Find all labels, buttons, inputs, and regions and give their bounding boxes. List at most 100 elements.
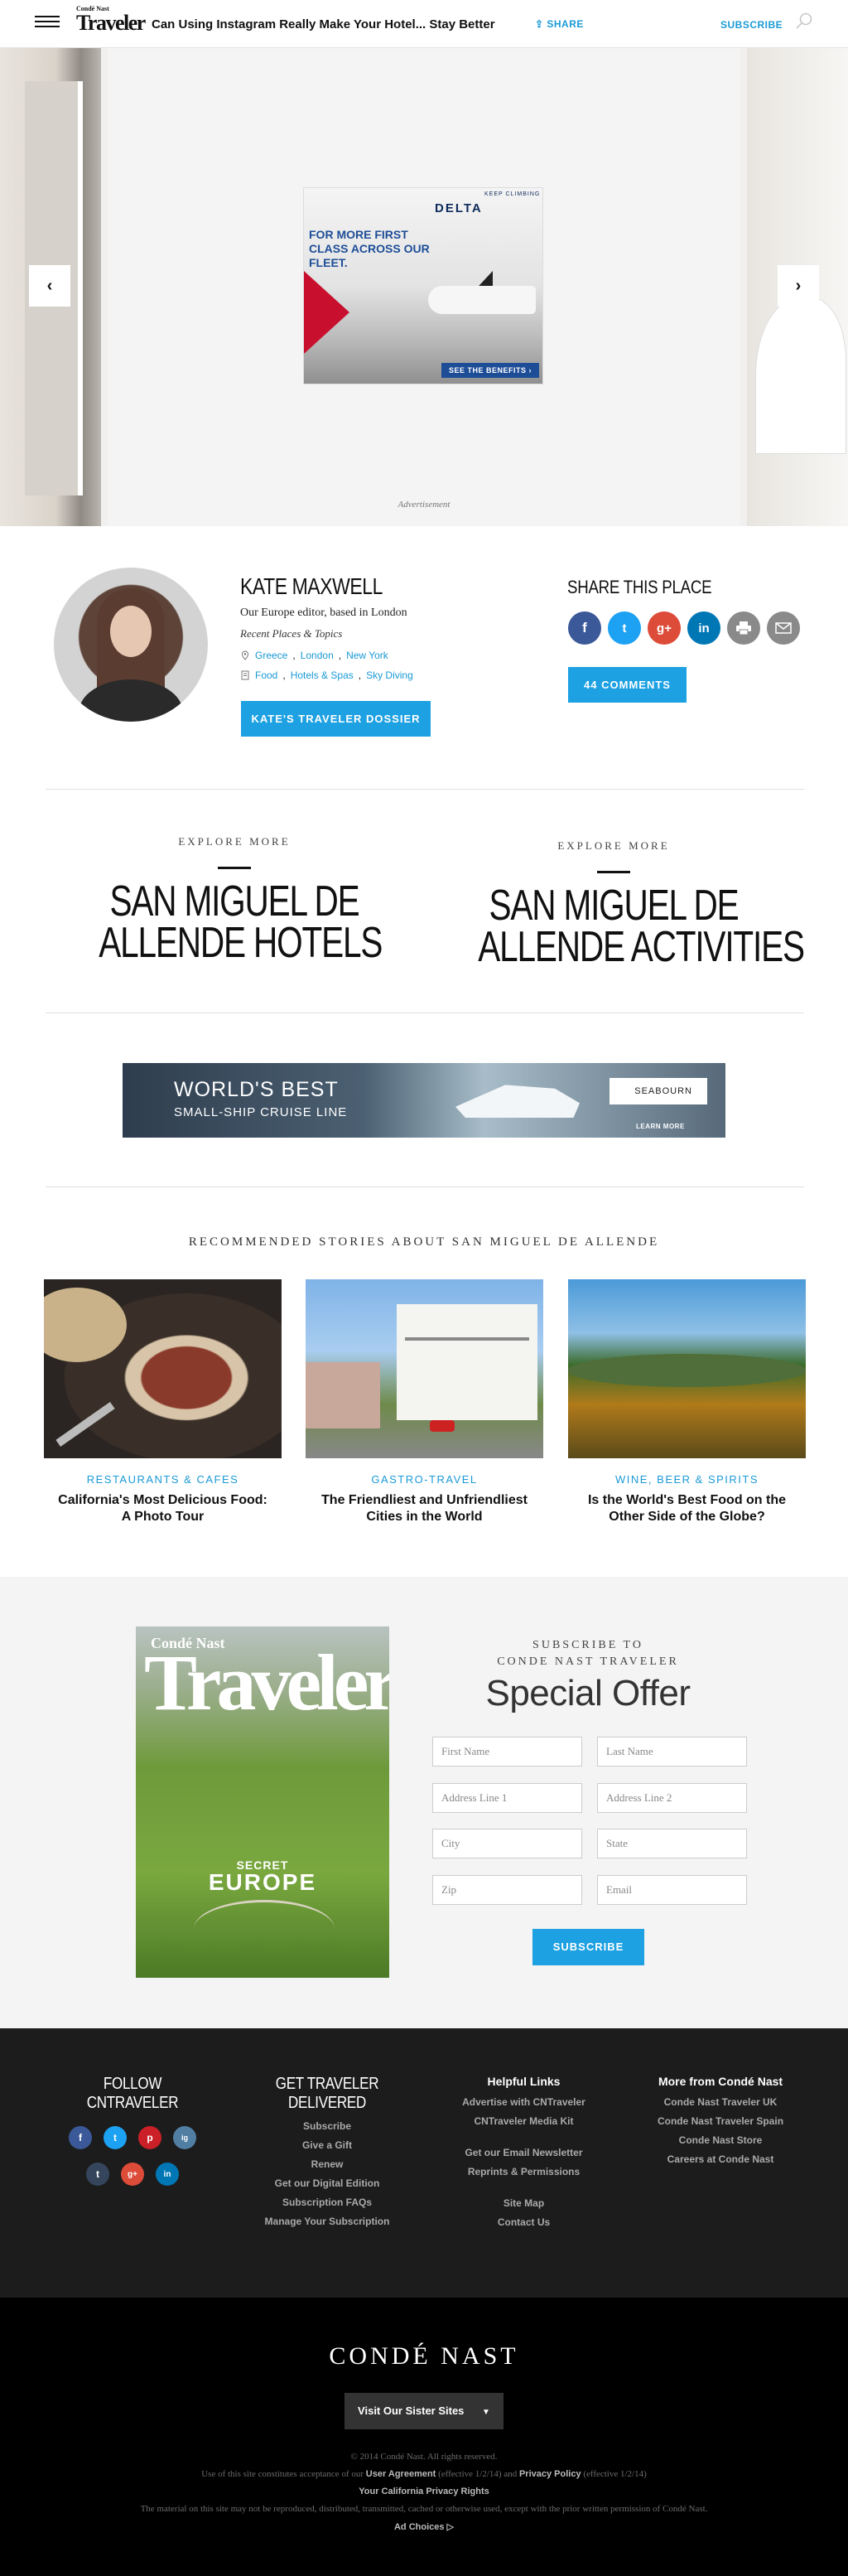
topic-link-sky-diving[interactable]: Sky Diving <box>366 669 413 681</box>
traveler-uk-link[interactable]: Conde Nast Traveler UK <box>638 2096 803 2108</box>
address2-field[interactable]: Address Line 2 <box>597 1783 747 1813</box>
renew-link[interactable]: Renew <box>253 2158 402 2170</box>
story-title[interactable]: Is the World's Best Food on the Other Si… <box>568 1492 806 1525</box>
twitter-icon[interactable]: t <box>104 2126 127 2149</box>
author-bio: Our Europe editor, based in London <box>240 607 407 619</box>
more-heading: More from Condé Nast <box>658 2075 783 2088</box>
explore-kicker: EXPLORE MORE <box>178 835 291 848</box>
explore-activities-link[interactable]: EXPLORE MORE SAN MIGUEL DE ALLENDE ACTIV… <box>440 839 805 969</box>
seabourn-advertisement[interactable]: WORLD'S BEST SMALL-SHIP CRUISE LINE SEAB… <box>123 1063 725 1138</box>
explore-hotels-link[interactable]: EXPLORE MORE SAN MIGUEL DE ALLENDE HOTEL… <box>60 835 408 964</box>
story-title[interactable]: California's Most Delicious Food: A Phot… <box>44 1492 282 1525</box>
story-card[interactable]: WINE, BEER & SPIRITS Is the World's Best… <box>568 1279 806 1525</box>
topic-link-hotels-spas[interactable]: Hotels & Spas <box>291 669 354 681</box>
manage-subscription-link[interactable]: Manage Your Subscription <box>253 2216 402 2227</box>
slideshow-prev-button[interactable]: ‹ <box>29 265 70 307</box>
explore-heading-line1: SAN MIGUEL DE <box>109 877 359 926</box>
twitter-icon[interactable]: t <box>608 611 641 645</box>
story-card[interactable]: GASTRO-TRAVEL The Friendliest and Unfrie… <box>306 1279 543 1525</box>
subscribe-link[interactable]: Subscribe <box>253 2120 402 2132</box>
story-image-street <box>306 1279 543 1458</box>
place-link-greece[interactable]: Greece <box>255 650 287 661</box>
seabourn-learn-more[interactable]: LEARN MORE <box>636 1123 685 1130</box>
story-category[interactable]: WINE, BEER & SPIRITS <box>568 1473 806 1486</box>
traveler-logo[interactable]: Condé Nast Traveler <box>76 5 146 38</box>
place-link-new-york[interactable]: New York <box>346 650 388 661</box>
state-field[interactable]: State <box>597 1829 747 1858</box>
helpful-heading: Helpful Links <box>487 2075 561 2088</box>
magazine-cover[interactable]: Condé Nast Traveler SECRET EUROPE <box>136 1626 389 1978</box>
delivered-column: GET TRAVELER DELIVERED Subscribe Give a … <box>253 2028 402 2227</box>
tumblr-icon[interactable]: t <box>86 2163 109 2186</box>
cover-masthead: Traveler <box>144 1638 389 1727</box>
delta-cta-button[interactable]: SEE THE BENEFITS › <box>441 363 539 378</box>
give-gift-link[interactable]: Give a Gift <box>253 2139 402 2151</box>
hamburger-menu-button[interactable] <box>35 12 60 31</box>
conde-nast-logo[interactable]: CONDÉ NAST <box>0 2342 848 2371</box>
last-name-field[interactable]: Last Name <box>597 1737 747 1766</box>
address1-field[interactable]: Address Line 1 <box>432 1783 582 1813</box>
newsletter-link[interactable]: Get our Email Newsletter <box>439 2147 609 2158</box>
legal-text-c: (effective 1/2/14) <box>583 2469 647 2479</box>
city-field[interactable]: City <box>432 1829 582 1858</box>
subscribe-button[interactable]: SUBSCRIBE <box>532 1929 644 1965</box>
sister-sites-label: Visit Our Sister Sites <box>358 2404 465 2417</box>
first-name-field[interactable]: First Name <box>432 1737 582 1766</box>
zip-field[interactable]: Zip <box>432 1875 582 1905</box>
print-icon[interactable] <box>727 611 760 645</box>
linkedin-icon[interactable]: in <box>687 611 720 645</box>
media-kit-link[interactable]: CNTraveler Media Kit <box>439 2115 609 2127</box>
comments-button[interactable]: 44 COMMENTS <box>568 667 687 703</box>
pinterest-icon[interactable]: p <box>138 2126 161 2149</box>
linkedin-icon[interactable]: in <box>156 2163 179 2186</box>
author-avatar[interactable] <box>54 568 208 722</box>
delta-advertisement[interactable]: KEEP CLIMBING DELTA FOR MORE FIRST CLASS… <box>303 187 543 384</box>
facebook-icon[interactable]: f <box>568 611 601 645</box>
delta-headline: FOR MORE FIRST CLASS ACROSS OUR FLEET. <box>309 228 430 269</box>
privacy-policy-link[interactable]: Privacy Policy <box>519 2469 581 2479</box>
author-name[interactable]: KATE MAXWELL <box>240 573 383 600</box>
site-map-link[interactable]: Site Map <box>439 2197 609 2209</box>
sister-sites-dropdown[interactable]: Visit Our Sister Sites ▼ <box>344 2393 504 2429</box>
slideshow-next-button[interactable]: › <box>778 265 819 307</box>
digital-edition-link[interactable]: Get our Digital Edition <box>253 2177 402 2189</box>
story-category[interactable]: RESTAURANTS & CAFES <box>44 1473 282 1486</box>
facebook-icon[interactable]: f <box>69 2126 92 2149</box>
california-privacy-link[interactable]: Your California Privacy Rights <box>359 2487 489 2496</box>
ad-choices-link[interactable]: Ad Choices ▷ <box>394 2522 454 2532</box>
subscribe-kicker-line1: SUBSCRIBE TO <box>532 1639 643 1651</box>
caret-down-icon: ▼ <box>482 2408 490 2417</box>
subscription-faqs-link[interactable]: Subscription FAQs <box>253 2197 402 2208</box>
author-dossier-button[interactable]: KATE'S TRAVELER DOSSIER <box>241 701 431 737</box>
subscribe-kicker-line2: CONDE NAST TRAVELER <box>497 1655 679 1668</box>
story-card[interactable]: RESTAURANTS & CAFES California's Most De… <box>44 1279 282 1525</box>
cruise-ship-image <box>455 1085 580 1118</box>
subscribe-section: Condé Nast Traveler SECRET EUROPE SUBSCR… <box>0 1577 848 2028</box>
cover-road <box>194 1900 335 1958</box>
instagram-icon[interactable]: ig <box>173 2126 196 2149</box>
story-title[interactable]: The Friendliest and Unfriendliest Cities… <box>306 1492 543 1525</box>
google-plus-icon[interactable]: g+ <box>648 611 681 645</box>
search-icon[interactable] <box>795 12 813 30</box>
share-link[interactable]: ⇪ SHARE <box>535 18 584 30</box>
topic-link-food[interactable]: Food <box>255 669 277 681</box>
contact-link[interactable]: Contact Us <box>439 2216 609 2228</box>
reprints-link[interactable]: Reprints & Permissions <box>439 2166 609 2177</box>
email-field[interactable]: Email <box>597 1875 747 1905</box>
explore-rule <box>218 867 251 869</box>
careers-link[interactable]: Careers at Conde Nast <box>638 2153 803 2165</box>
story-category[interactable]: GASTRO-TRAVEL <box>306 1473 543 1486</box>
subscribe-title: Special Offer <box>485 1673 691 1713</box>
advertisement-label: Advertisement <box>398 500 450 510</box>
advertise-link[interactable]: Advertise with CNTraveler <box>439 2096 609 2108</box>
traveler-spain-link[interactable]: Conde Nast Traveler Spain <box>638 2115 803 2127</box>
email-icon[interactable] <box>767 611 800 645</box>
google-plus-icon[interactable]: g+ <box>121 2163 144 2186</box>
recent-places-label: Recent Places & Topics <box>240 627 343 640</box>
place-link-london[interactable]: London <box>301 650 334 661</box>
store-link[interactable]: Conde Nast Store <box>638 2134 803 2146</box>
seabourn-headline: WORLD'S BEST <box>174 1078 339 1101</box>
follow-heading: FOLLOW CNTRAVELER <box>73 2075 193 2113</box>
subscribe-link[interactable]: SUBSCRIBE <box>720 19 783 31</box>
user-agreement-link[interactable]: User Agreement <box>366 2469 436 2479</box>
